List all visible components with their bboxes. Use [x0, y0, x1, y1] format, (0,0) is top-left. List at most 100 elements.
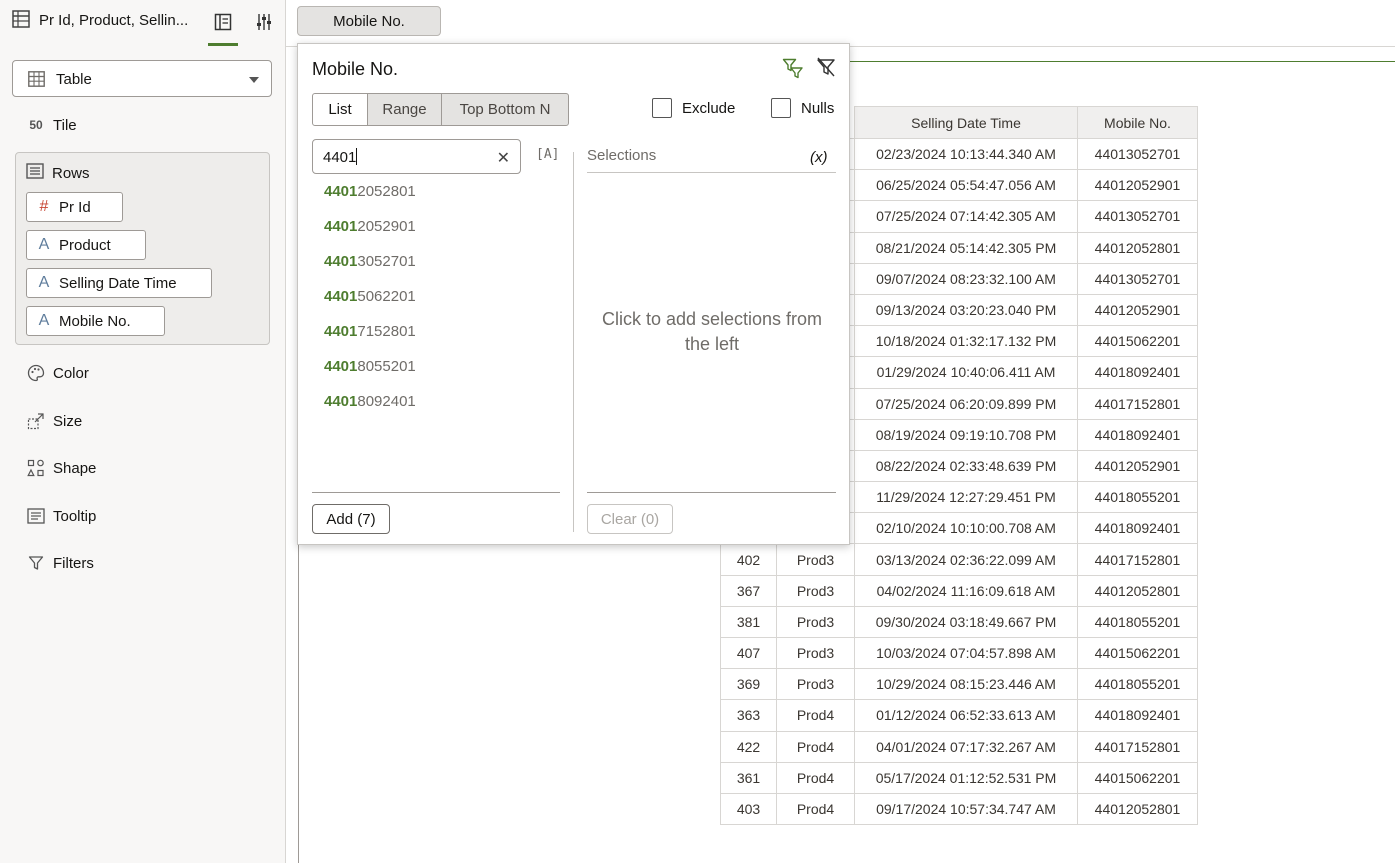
list-item[interactable]: 44012052901	[324, 218, 416, 253]
filter-pill-mobile-no[interactable]: Mobile No.	[297, 6, 441, 36]
pill-product[interactable]: A Product	[26, 230, 146, 260]
tile-label: Tile	[53, 116, 77, 134]
table-cell: 44012052901	[1077, 169, 1198, 202]
table-cell: 44012052901	[1077, 449, 1198, 483]
color-section[interactable]: Color	[26, 361, 89, 385]
table-cell: 44013052701	[1077, 262, 1198, 295]
pill-pr-id[interactable]: # Pr Id	[26, 192, 123, 222]
checkbox-box[interactable]	[771, 98, 791, 118]
list-item[interactable]: 44018092401	[324, 393, 416, 428]
table-cell: 44012052801	[1077, 792, 1198, 826]
list-item[interactable]: 44015062201	[324, 288, 416, 323]
table-cell: 11/29/2024 12:27:29.451 PM	[854, 481, 1078, 514]
table-cell: 08/21/2024 05:14:42.305 PM	[854, 231, 1078, 264]
pill-selling-date-time[interactable]: A Selling Date Time	[26, 268, 212, 298]
add-button[interactable]: Add (7)	[312, 504, 390, 534]
tile-icon: 50	[29, 118, 43, 132]
match-highlight: 4401	[324, 358, 358, 375]
rows-section: Rows # Pr Id A Product A Selling Date Ti…	[15, 152, 270, 345]
column-header-selling-date-time[interactable]: Selling Date Time	[854, 106, 1078, 139]
value-remainder: 8092401	[357, 393, 416, 410]
apply-filter-icon[interactable]	[782, 57, 804, 84]
table-cell: 09/17/2024 10:57:34.747 AM	[854, 792, 1078, 826]
filter-type-tabs: List Range Top Bottom N	[312, 93, 569, 126]
clear-button[interactable]: Clear (0)	[587, 504, 673, 534]
tooltip-label: Tooltip	[53, 507, 97, 525]
table-cell: 44018092401	[1077, 512, 1198, 545]
grammar-tab[interactable]	[208, 0, 238, 46]
tab-list[interactable]: List	[312, 93, 368, 126]
table-cell: 10/29/2024 08:15:23.446 AM	[854, 668, 1078, 701]
table-cell: 361	[720, 761, 777, 794]
table-cell: 02/10/2024 10:10:00.708 AM	[854, 512, 1078, 545]
list-item[interactable]: 44013052701	[324, 253, 416, 288]
table-cell: 44017152801	[1077, 543, 1198, 576]
selections-label: Selections	[587, 147, 657, 164]
value-remainder: 2052801	[357, 183, 416, 200]
rows-header: Rows	[26, 163, 90, 183]
visualization-type-label: Table	[56, 71, 92, 88]
properties-tab[interactable]	[250, 0, 278, 44]
match-highlight: 4401	[324, 253, 358, 270]
list-item[interactable]: 44017152801	[324, 323, 416, 358]
size-section[interactable]: Size	[26, 409, 82, 433]
table-cell: Prod3	[776, 636, 855, 670]
column-header-mobile-no[interactable]: Mobile No.	[1077, 106, 1198, 139]
tooltip-section[interactable]: Tooltip	[26, 504, 96, 528]
list-item[interactable]: 44018055201	[324, 358, 416, 393]
table-row: 363 Prod4 01/12/2024 06:52:33.613 AM 440180…	[720, 699, 1198, 732]
table-cell: 44017152801	[1077, 730, 1198, 763]
table-cell: Prod4	[776, 699, 855, 732]
table-cell: 10/18/2024 01:32:17.132 PM	[854, 325, 1078, 358]
table-cell: Prod3	[776, 668, 855, 701]
selections-divider	[587, 172, 836, 173]
palette-icon	[26, 364, 46, 382]
tab-top-bottom-n[interactable]: Top Bottom N	[441, 93, 569, 126]
table-cell: 381	[720, 605, 777, 639]
value-remainder: 5062201	[357, 288, 416, 305]
table-cell: 44015062201	[1077, 761, 1198, 794]
shape-section[interactable]: Shape	[26, 456, 96, 480]
list-item[interactable]: 44012052801	[324, 183, 416, 218]
value-remainder: 7152801	[357, 323, 416, 340]
visualization-type-select[interactable]: Table	[12, 60, 272, 97]
close-icon[interactable]: ✕	[497, 148, 510, 168]
exclude-checkbox[interactable]: Exclude	[652, 98, 735, 118]
table-cell: 44018092401	[1077, 418, 1198, 451]
expression-icon[interactable]: (x)	[810, 149, 828, 166]
table-cell: 44018092401	[1077, 699, 1198, 732]
match-case-icon[interactable]: [A]	[536, 147, 559, 162]
chevron-down-icon	[249, 77, 259, 83]
filter-bar: Mobile No.	[286, 0, 1395, 47]
table-cell: Prod3	[776, 543, 855, 576]
pill-mobile-no[interactable]: A Mobile No.	[26, 306, 165, 336]
filters-section[interactable]: Filters	[26, 551, 94, 575]
table-cell: 44013052701	[1077, 200, 1198, 233]
selections-empty-message: Click to add selections from the left	[601, 309, 823, 354]
nulls-label: Nulls	[801, 99, 835, 117]
search-input[interactable]: 4401 ✕	[312, 139, 521, 174]
rows-icon	[26, 163, 44, 183]
pill-label: Mobile No.	[59, 312, 131, 330]
tab-range[interactable]: Range	[367, 93, 442, 126]
table-cell: Prod3	[776, 605, 855, 639]
checkbox-box[interactable]	[652, 98, 672, 118]
rows-label: Rows	[52, 164, 90, 182]
text-type-icon: A	[38, 312, 50, 329]
table-cell: 369	[720, 668, 777, 701]
table-cell: 08/22/2024 02:33:48.639 PM	[854, 449, 1078, 483]
table-cell: 09/13/2024 03:20:23.040 PM	[854, 293, 1078, 327]
table-cell: 44018092401	[1077, 356, 1198, 389]
clear-filter-icon[interactable]	[816, 57, 836, 82]
table-cell: 02/23/2024 10:13:44.340 AM	[854, 137, 1078, 171]
nulls-checkbox[interactable]: Nulls	[771, 98, 834, 118]
selections-bottom-divider	[587, 492, 836, 493]
table-icon	[28, 71, 45, 92]
panel-divider	[573, 152, 574, 532]
table-row: 367 Prod3 04/02/2024 11:16:09.618 AM 440120…	[720, 574, 1198, 607]
pill-label: Selling Date Time	[59, 274, 177, 292]
tile-section[interactable]: 50 Tile	[26, 113, 77, 137]
table-cell: 44012052801	[1077, 231, 1198, 264]
table-cell: Prod3	[776, 574, 855, 607]
table-row: 369 Prod3 10/29/2024 08:15:23.446 AM 440180…	[720, 668, 1198, 701]
